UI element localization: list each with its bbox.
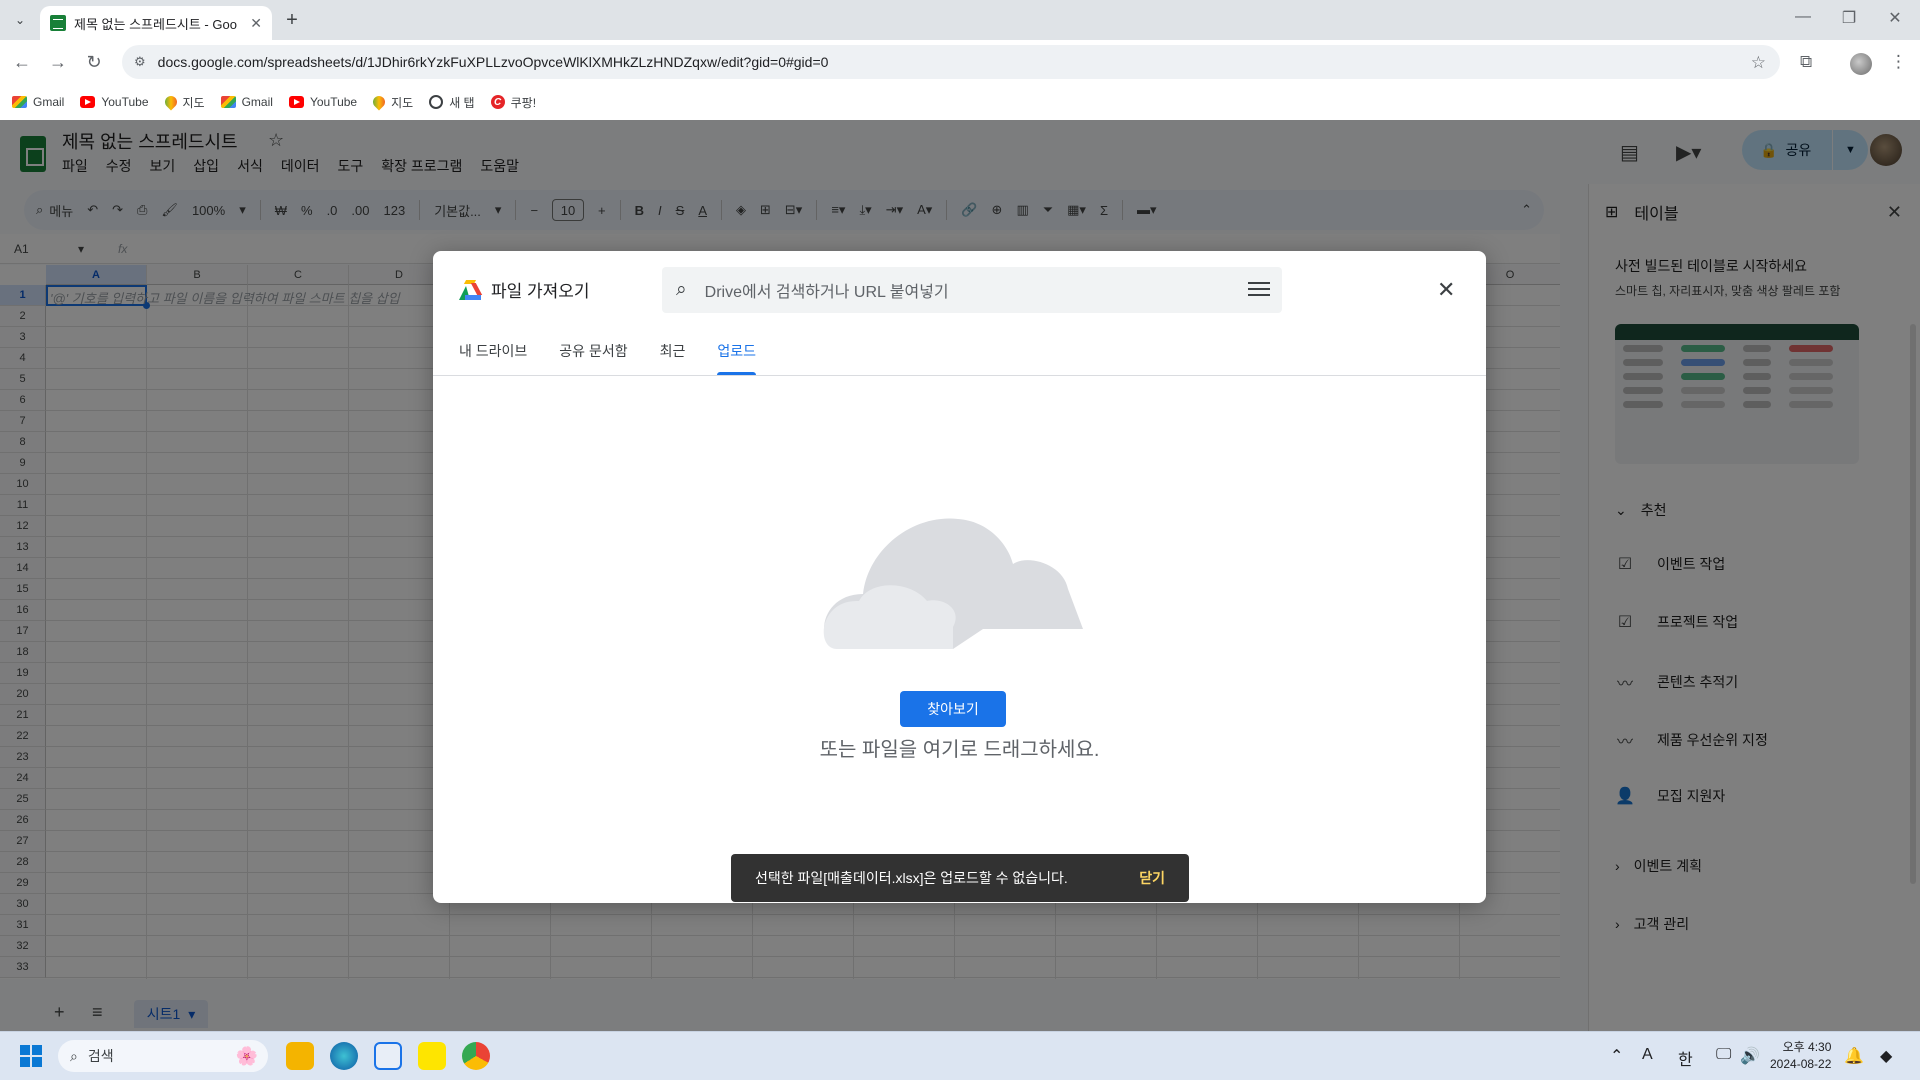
bookmark-gmail[interactable]: Gmail	[12, 95, 64, 109]
tab-search-dropdown[interactable]: ⌄	[8, 8, 32, 32]
browser-tab-active[interactable]: 제목 없는 스프레드시트 - Goo ✕	[40, 6, 272, 40]
dialog-close-icon[interactable]: ✕	[1437, 277, 1455, 303]
tab-shared-with-me[interactable]: 공유 문서함	[559, 341, 627, 375]
windows-start-icon[interactable]	[20, 1045, 42, 1067]
bookmark-gmail-2[interactable]: Gmail	[220, 95, 273, 109]
clock-date: 2024-08-22	[1770, 1057, 1832, 1071]
browser-toolbar: ← → ↻ ⚙ docs.google.com/spreadsheets/d/1…	[0, 40, 1920, 84]
snackbar-close-button[interactable]: 닫기	[1139, 868, 1165, 888]
tab-my-drive[interactable]: 내 드라이브	[459, 341, 527, 375]
new-tab-button[interactable]: +	[280, 8, 304, 32]
youtube-icon	[288, 96, 304, 108]
copilot-icon[interactable]: ◆	[1880, 1046, 1892, 1066]
import-file-dialog: 파일 가져오기 ⌕ Drive에서 검색하거나 URL 붙여넣기 ✕ 내 드라이…	[433, 251, 1486, 903]
drag-drop-text: 또는 파일을 여기로 드래그하세요.	[819, 739, 1100, 761]
kakaotalk-icon[interactable]	[418, 1042, 446, 1070]
youtube-icon	[80, 96, 96, 108]
maps-icon	[370, 93, 388, 111]
minimize-button[interactable]: —	[1780, 8, 1826, 26]
browser-tabstrip: ⌄ 제목 없는 스프레드시트 - Goo ✕ + — ❐ ✕	[0, 0, 1920, 40]
tab-upload[interactable]: 업로드	[717, 341, 756, 375]
upload-cloud-icon	[823, 518, 1083, 649]
gmail-icon	[220, 96, 236, 108]
dialog-title-text: 파일 가져오기	[491, 282, 590, 301]
globe-icon	[429, 95, 444, 109]
bookmarks-bar: Gmail YouTube 지도 Gmail YouTube 지도 새 탭 C쿠…	[0, 84, 1920, 120]
bookmark-youtube-2[interactable]: YouTube	[288, 95, 357, 109]
gmail-icon	[12, 96, 27, 108]
address-bar[interactable]: ⚙ docs.google.com/spreadsheets/d/1JDhir6…	[122, 45, 1780, 79]
bookmark-youtube[interactable]: YouTube	[80, 95, 149, 109]
snackbar-message: 선택한 파일[매출데이터.xlsx]은 업로드할 수 없습니다.	[755, 870, 1068, 886]
bookmark-star-icon[interactable]: ☆	[1751, 53, 1766, 73]
close-window-button[interactable]: ✕	[1872, 8, 1918, 28]
search-options-icon[interactable]	[1248, 279, 1270, 299]
forward-button[interactable]: →	[46, 50, 70, 74]
browser-profile-avatar[interactable]	[1850, 53, 1872, 75]
snipping-tool-icon[interactable]	[374, 1042, 402, 1070]
search-placeholder: Drive에서 검색하거나 URL 붙여넣기	[704, 284, 949, 301]
file-explorer-icon[interactable]	[286, 1042, 314, 1070]
back-button[interactable]: ←	[10, 50, 34, 74]
bookmark-new-tab[interactable]: 새 탭	[429, 94, 475, 111]
url-text: docs.google.com/spreadsheets/d/1JDhir6rk…	[157, 54, 829, 70]
search-icon: ⌕	[676, 279, 687, 300]
reload-button[interactable]: ↻	[82, 50, 106, 74]
dialog-tabs: 내 드라이브 공유 문서함 최근 업로드	[459, 341, 756, 375]
dialog-divider	[433, 375, 1486, 376]
tray-overflow-icon[interactable]: ⌃	[1610, 1046, 1623, 1066]
tab-close-icon[interactable]: ✕	[250, 15, 262, 32]
drive-search-input[interactable]: ⌕ Drive에서 검색하거나 URL 붙여넣기	[662, 267, 1282, 313]
modal-overlay: 파일 가져오기 ⌕ Drive에서 검색하거나 URL 붙여넣기 ✕ 내 드라이…	[0, 120, 1920, 1031]
browse-button[interactable]: 찾아보기	[900, 691, 1006, 727]
notification-icon[interactable]: 🔔	[1844, 1046, 1864, 1066]
maps-icon	[162, 93, 179, 111]
edge-browser-icon[interactable]	[330, 1042, 358, 1070]
bookmark-maps-2[interactable]: 지도	[370, 93, 413, 111]
google-drive-icon	[459, 279, 483, 300]
clock-time: 오후 4:30	[1782, 1040, 1832, 1054]
chrome-icon[interactable]	[462, 1042, 490, 1070]
sheets-favicon-icon	[50, 15, 66, 31]
restore-button[interactable]: ❐	[1826, 8, 1872, 28]
taskbar-search[interactable]: ⌕ 검색 🌸	[58, 1040, 268, 1072]
extensions-icon[interactable]: ⧉	[1800, 52, 1812, 72]
browser-menu-icon[interactable]: ⋮	[1890, 52, 1907, 72]
windows-taskbar: ⌕ 검색 🌸 ⌃ A 한 🖵 🔊 오후 4:30 2024-08-22 🔔 ◆	[0, 1031, 1920, 1080]
coupang-icon: C	[490, 95, 505, 109]
bookmark-maps[interactable]: 지도	[162, 93, 205, 111]
network-icon[interactable]: 🖵	[1716, 1046, 1731, 1064]
search-icon: ⌕	[70, 1047, 78, 1064]
site-info-icon[interactable]: ⚙	[134, 54, 146, 70]
dialog-title: 파일 가져오기	[459, 277, 590, 302]
taskbar-clock[interactable]: 오후 4:30 2024-08-22	[1770, 1039, 1831, 1073]
error-snackbar: 선택한 파일[매출데이터.xlsx]은 업로드할 수 없습니다. 닫기	[731, 854, 1189, 902]
ime-mode-a[interactable]: A	[1642, 1046, 1653, 1064]
bookmark-coupang[interactable]: C 쿠팡!	[490, 94, 536, 111]
volume-icon[interactable]: 🔊	[1740, 1046, 1760, 1066]
browser-tab-title: 제목 없는 스프레드시트 - Goo	[74, 16, 237, 32]
ime-mode-korean[interactable]: 한	[1678, 1046, 1693, 1070]
search-highlight-icon: 🌸	[235, 1045, 258, 1066]
tab-recent[interactable]: 최근	[660, 341, 686, 375]
